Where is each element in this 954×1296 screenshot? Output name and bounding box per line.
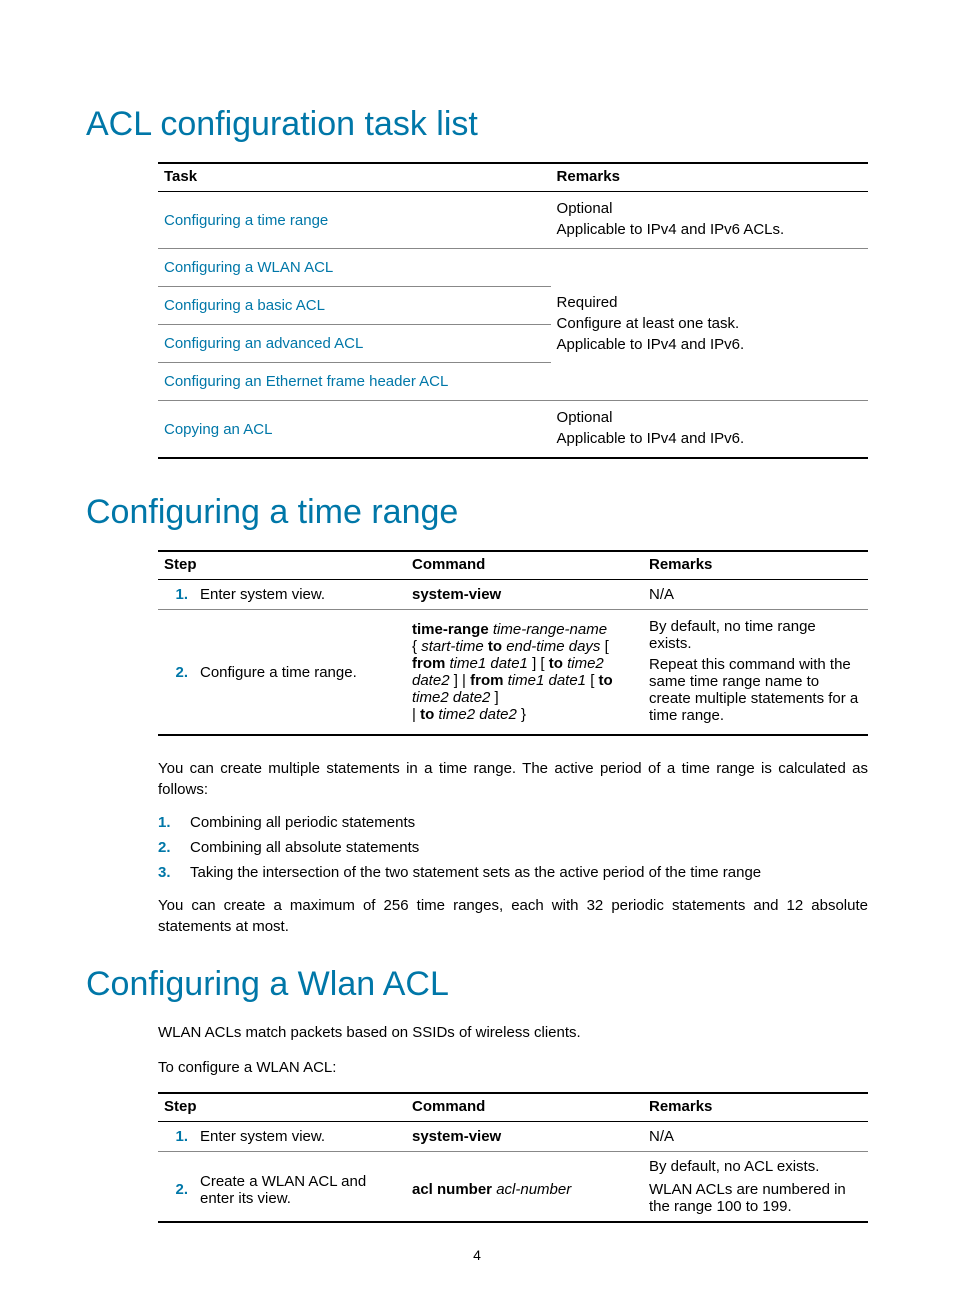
cell-text: Required Configure at least one task. Ap… [551,249,868,401]
cell-remarks: By default, no time range exists. Repeat… [643,610,868,736]
cell-text: Create a WLAN ACL and enter its view. [194,1152,406,1223]
cell-text: Configure at least one task. [557,315,862,332]
link-basic-acl[interactable]: Configuring a basic ACL [158,287,551,325]
cmd-text: to [599,672,613,689]
cell-text: Repeat this command with the same time r… [649,656,862,724]
list-text: Taking the intersection of the two state… [190,864,761,881]
list-item: 1.Combining all periodic statements [190,814,868,831]
cmd-arg: time1 date1 [450,655,528,672]
th-command: Command [406,551,643,580]
cell-text: Optional [557,409,862,426]
cmd-text: system-view [412,1128,501,1145]
th-task: Task [158,163,551,192]
th-step: Step [158,1093,406,1122]
cell-text: N/A [643,580,868,610]
body-text: To configure a WLAN ACL: [158,1057,868,1078]
th-remarks: Remarks [551,163,868,192]
table-task-list: Task Remarks Configuring a time range Op… [158,162,868,459]
cell-text: N/A [643,1122,868,1152]
cell-text: WLAN ACLs are numbered in the range 100 … [643,1179,868,1222]
list-item: 2.Combining all absolute statements [190,839,868,856]
cell-text: By default, no time range exists. [649,618,862,652]
cmd-text: time-range [412,621,489,638]
body-text: You can create a maximum of 256 time ran… [158,895,868,937]
list-text: Combining all periodic statements [190,814,415,831]
page-number: 4 [86,1247,868,1263]
cmd-arg: end-time days [506,638,600,655]
cmd-text: [ [586,672,599,689]
cell-text: Configure a time range. [194,610,406,736]
cmd-arg: time2 date2 [412,689,490,706]
cmd-text: ] | [450,672,471,689]
body-text: WLAN ACLs match packets based on SSIDs o… [158,1022,868,1043]
heading-acl-task-list: ACL configuration task list [86,105,868,144]
list-item: 3.Taking the intersection of the two sta… [190,864,868,881]
cmd-text: to [484,638,507,655]
th-remarks: Remarks [643,1093,868,1122]
body-text: You can create multiple statements in a … [158,758,868,800]
list-num: 1. [158,814,182,831]
cmd-text: to [549,655,563,672]
list-text: Combining all absolute statements [190,839,419,856]
cmd-arg: time1 date1 [503,672,586,689]
cmd-arg: acl-number [492,1181,571,1198]
cmd-text: acl number [412,1181,492,1198]
cell-command: acl number acl-number [406,1152,643,1223]
step-num: 2. [158,1152,194,1223]
th-command: Command [406,1093,643,1122]
cmd-text: system-view [412,586,501,603]
cmd-text: [ [600,638,608,655]
cmd-arg: time2 date2 [434,706,517,723]
step-num: 1. [158,1122,194,1152]
cell-text: By default, no ACL exists. [643,1152,868,1180]
link-ethernet-acl[interactable]: Configuring an Ethernet frame header ACL [158,363,551,401]
cmd-text: } [517,706,526,723]
table-wlan-acl: Step Command Remarks 1. Enter system vie… [158,1092,868,1223]
table-time-range: Step Command Remarks 1. Enter system vie… [158,550,868,736]
cmd-text: from [412,655,445,672]
link-wlan-acl[interactable]: Configuring a WLAN ACL [158,249,551,287]
cmd-text: { [412,638,421,655]
cell-text: Required [557,294,862,311]
cmd-text: to [420,706,434,723]
cell-command: time-range time-range-name { start-time … [406,610,643,736]
list-num: 2. [158,839,182,856]
cmd-text: | [412,706,420,723]
cell-command: system-view [406,580,643,610]
cmd-text: from [470,672,503,689]
link-copy-acl[interactable]: Copying an ACL [158,401,551,459]
cmd-arg: start-time [421,638,484,655]
cell-text: Applicable to IPv4 and IPv6. [557,430,862,447]
cell-text: Optional [557,200,862,217]
heading-wlan-acl: Configuring a Wlan ACL [86,965,868,1004]
cmd-arg: time-range-name [489,621,607,638]
cmd-text: ] [ [528,655,549,672]
link-advanced-acl[interactable]: Configuring an advanced ACL [158,325,551,363]
link-time-range[interactable]: Configuring a time range [158,192,551,249]
th-remarks: Remarks [643,551,868,580]
list-num: 3. [158,864,182,881]
ordered-list: 1.Combining all periodic statements 2.Co… [158,814,868,881]
th-step: Step [158,551,406,580]
cell-text: Applicable to IPv4 and IPv6 ACLs. [557,221,862,238]
step-num: 2. [158,610,194,736]
cell-text: Enter system view. [194,1122,406,1152]
cell-text: Enter system view. [194,580,406,610]
cmd-text: ] [490,689,498,706]
cell-text: Optional Applicable to IPv4 and IPv6. [551,401,868,459]
cell-text: Optional Applicable to IPv4 and IPv6 ACL… [551,192,868,249]
heading-time-range: Configuring a time range [86,493,868,532]
cell-text: Applicable to IPv4 and IPv6. [557,336,862,353]
step-num: 1. [158,580,194,610]
cell-command: system-view [406,1122,643,1152]
